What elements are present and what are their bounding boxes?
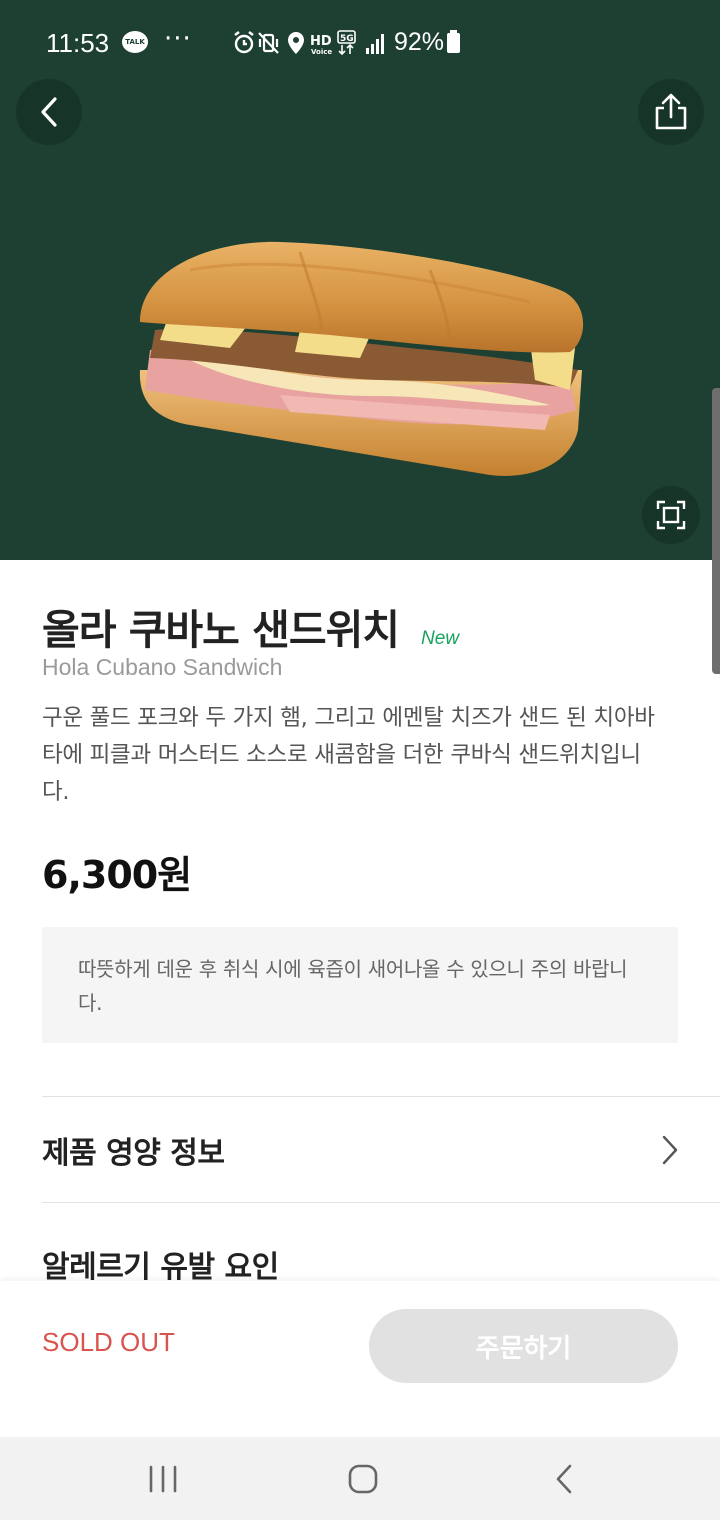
product-english-name: Hola Cubano Sandwich <box>42 654 283 680</box>
edge-panel-handle[interactable] <box>712 388 720 674</box>
expand-image-button[interactable] <box>642 486 700 544</box>
divider <box>42 1202 720 1203</box>
nav-back-icon[interactable] <box>545 1461 585 1497</box>
share-icon <box>655 93 687 130</box>
product-hero: 11:53 TALK ··· HD Voice 5G 92% <box>0 0 720 560</box>
battery-icon <box>447 30 460 53</box>
chevron-right-icon[interactable] <box>660 1133 680 1167</box>
system-navigation-bar <box>0 1437 720 1520</box>
divider <box>42 1096 720 1097</box>
product-price: 6,300원 <box>42 853 192 897</box>
screen: 11:53 TALK ··· HD Voice 5G 92% 올라 쿠바노 샌드… <box>0 0 720 1520</box>
more-notifications-icon: ··· <box>164 24 192 54</box>
share-button[interactable] <box>638 79 704 145</box>
svg-text:HD: HD <box>310 34 332 49</box>
system-status-icons: HD Voice 5G <box>234 30 384 56</box>
title-row: 올라 쿠바노 샌드위치 New <box>42 596 459 656</box>
svg-text:5G: 5G <box>340 34 354 44</box>
order-bar: SOLD OUT 주문하기 <box>0 1281 720 1437</box>
allergy-info-row[interactable]: 알레르기 유발 요인 <box>42 1242 279 1286</box>
new-badge: New <box>421 628 460 649</box>
sold-out-label: SOLD OUT <box>42 1327 175 1357</box>
battery-percent: 92% <box>394 28 445 56</box>
recent-apps-icon[interactable] <box>143 1461 183 1497</box>
signal-icon <box>366 34 384 54</box>
order-button[interactable]: 주문하기 <box>369 1309 678 1383</box>
notice-box: 따뜻하게 데운 후 취식 시에 육즙이 새어나올 수 있으니 주의 바랍니다. <box>42 927 678 1043</box>
5g-icon: 5G <box>337 30 356 56</box>
status-bar: 11:53 TALK ··· HD Voice 5G 92% <box>0 0 720 86</box>
hd-voice-icon: HD Voice <box>310 34 332 56</box>
product-title: 올라 쿠바노 샌드위치 <box>42 606 400 654</box>
expand-icon <box>656 500 686 530</box>
vibrate-icon <box>258 32 279 54</box>
home-icon[interactable] <box>343 1461 383 1497</box>
product-description: 구운 풀드 포크와 두 가지 햄, 그리고 에멘탈 치즈가 샌드 된 치아바타에… <box>42 705 655 805</box>
back-arrow-icon <box>41 97 57 127</box>
svg-text:Voice: Voice <box>311 48 332 56</box>
talk-badge-text: TALK <box>125 38 145 46</box>
nutrition-info-row[interactable]: 제품 영양 정보 <box>42 1128 225 1172</box>
alarm-icon <box>234 31 254 54</box>
status-time: 11:53 <box>46 28 110 58</box>
location-icon <box>288 32 304 54</box>
sandwich-image <box>139 241 584 476</box>
back-button[interactable] <box>16 79 82 145</box>
kakaotalk-icon: TALK <box>122 31 148 53</box>
